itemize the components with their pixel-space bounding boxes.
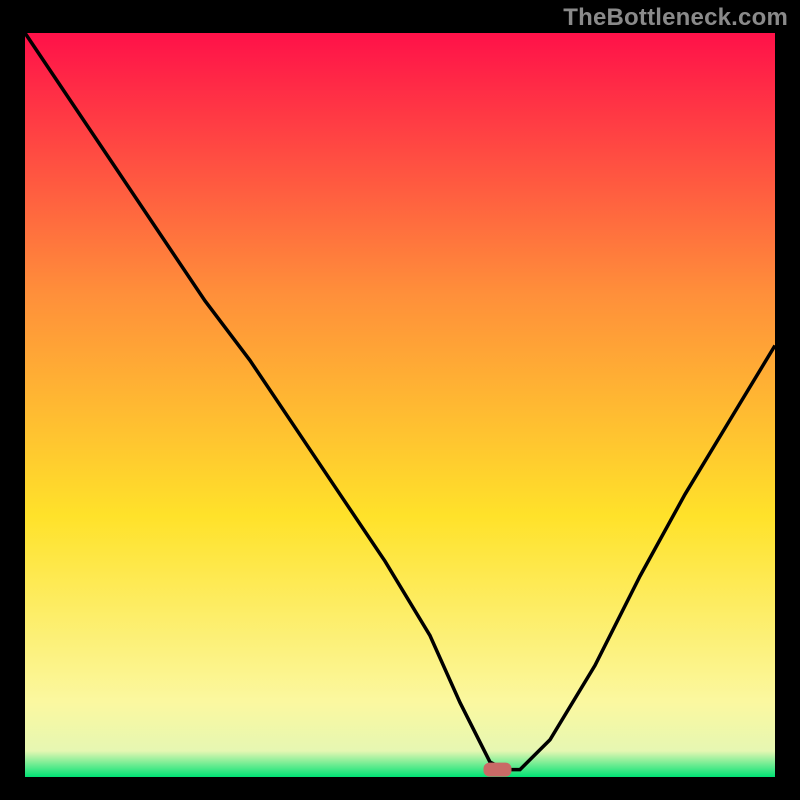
chart-frame: { "watermark": "TheBottleneck.com", "col… xyxy=(0,0,800,800)
plot-background xyxy=(25,33,775,777)
watermark-text: TheBottleneck.com xyxy=(563,4,788,32)
chart-svg xyxy=(0,0,800,800)
optimal-marker xyxy=(484,763,512,777)
